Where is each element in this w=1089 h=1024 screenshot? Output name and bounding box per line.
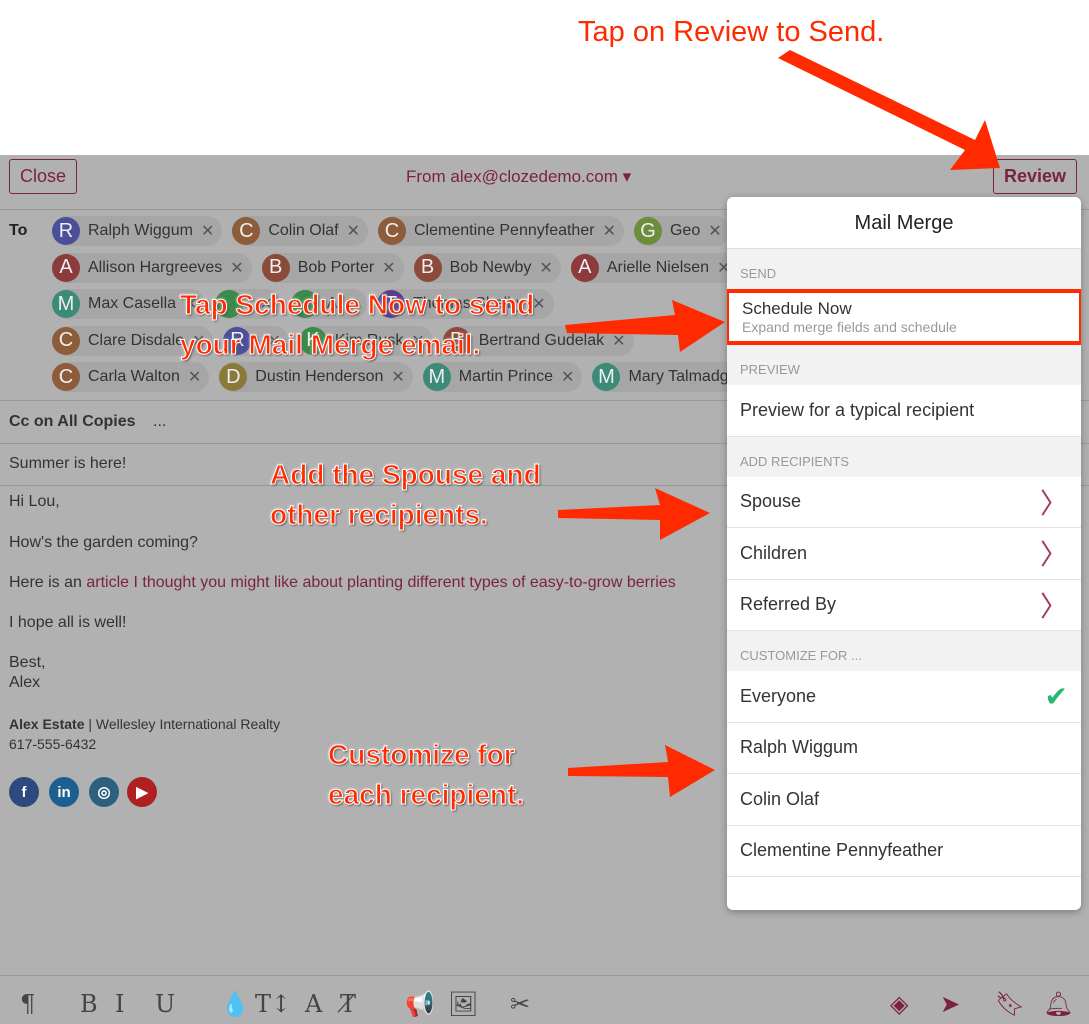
arrow-review <box>778 50 1000 170</box>
annotation-arrows <box>558 50 1000 797</box>
arrow-schedule <box>565 300 725 352</box>
arrow-spouse <box>558 488 710 540</box>
arrow-customize <box>568 745 715 797</box>
